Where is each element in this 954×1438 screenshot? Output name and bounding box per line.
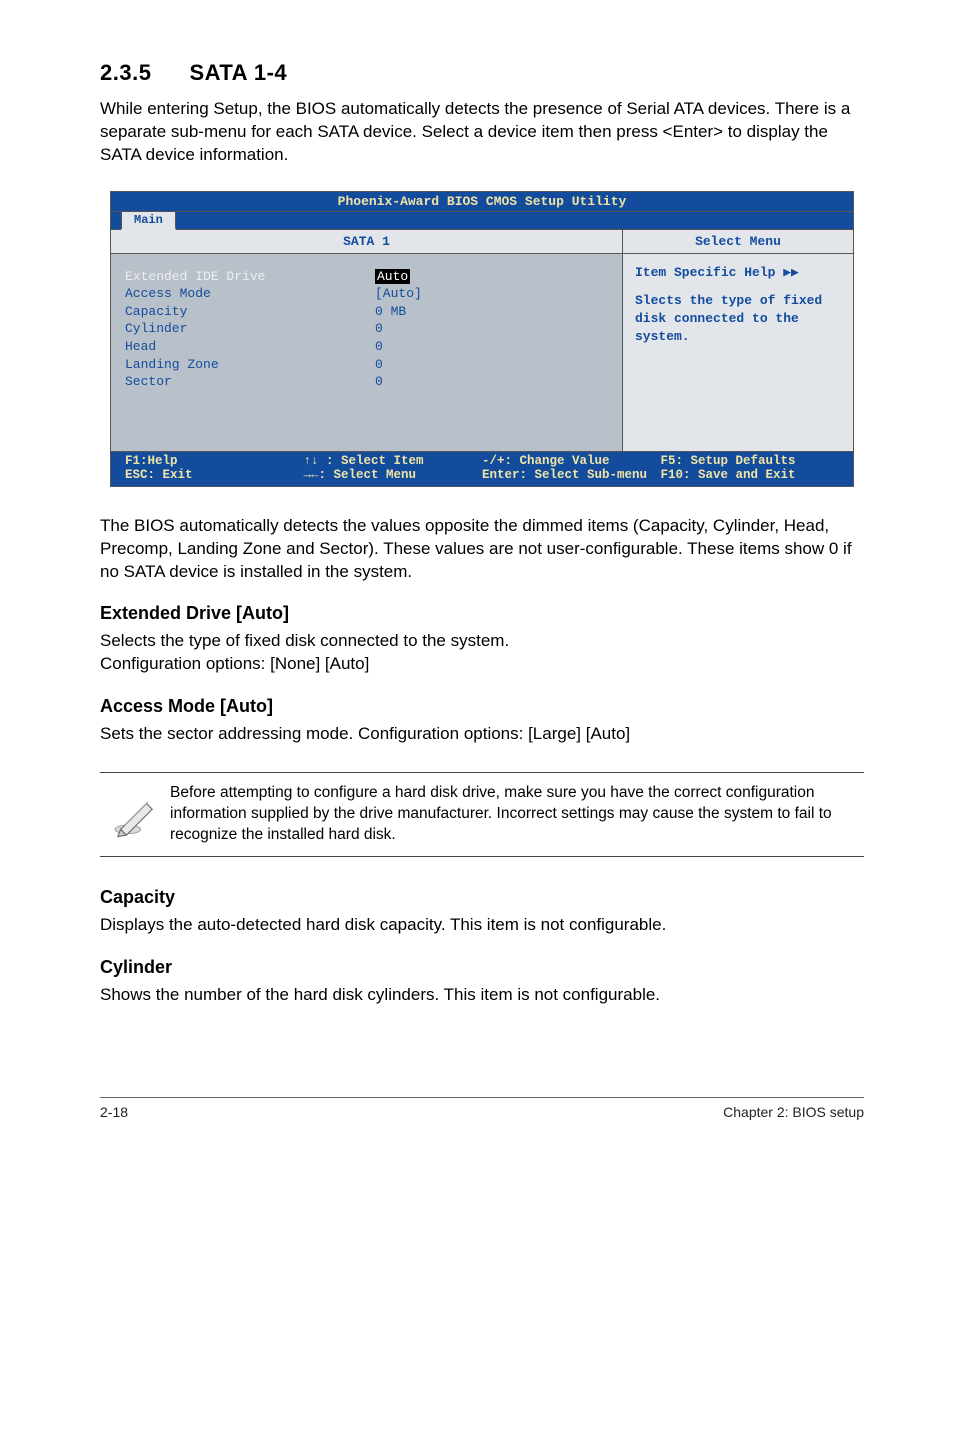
after-bios-paragraph: The BIOS automatically detects the value… [100, 515, 864, 584]
page-number: 2-18 [100, 1104, 128, 1120]
page-footer: 2-18 Chapter 2: BIOS setup [100, 1097, 864, 1120]
section-number: 2.3.5 [100, 60, 151, 86]
access-mode-text: Sets the sector addressing mode. Configu… [100, 723, 864, 746]
cylinder-heading: Cylinder [100, 957, 864, 978]
bios-help-panel: Item Specific Help ▶▶ Slects the type of… [623, 254, 853, 357]
chapter-label: Chapter 2: BIOS setup [723, 1104, 864, 1120]
bios-help-body: Slects the type of fixed disk connected … [635, 292, 843, 347]
bios-foot: ESC: Exit [125, 468, 193, 482]
bios-foot: F10: Save and Exit [661, 468, 796, 482]
bios-right-header: Select Menu [623, 230, 853, 254]
bios-tab-main: Main [121, 211, 176, 230]
bios-screenshot: Phoenix-Award BIOS CMOS Setup Utility Ma… [110, 191, 854, 487]
bios-foot: -/+: Change Value [482, 454, 610, 468]
bios-left-content: Extended IDE DriveAuto Access Mode[Auto]… [111, 254, 622, 451]
bios-foot: F1:Help [125, 454, 178, 468]
bios-row-value: Auto [375, 269, 410, 284]
bios-row-label: Cylinder [125, 320, 375, 338]
bios-row-label: Access Mode [125, 285, 375, 303]
bios-foot: →←: Select Menu [304, 468, 417, 482]
cylinder-text: Shows the number of the hard disk cylind… [100, 984, 864, 1007]
note-text: Before attempting to configure a hard di… [170, 779, 864, 850]
capacity-heading: Capacity [100, 887, 864, 908]
extended-drive-text1: Selects the type of fixed disk connected… [100, 630, 864, 653]
bios-row-value: [Auto] [375, 285, 608, 303]
bios-foot: ↑↓ : Select Item [304, 454, 424, 468]
section-heading: 2.3.5 SATA 1-4 [100, 60, 864, 86]
bios-row-value: 0 [375, 338, 608, 356]
capacity-text: Displays the auto-detected hard disk cap… [100, 914, 864, 937]
bios-title: Phoenix-Award BIOS CMOS Setup Utility [111, 192, 853, 212]
bios-left-header: SATA 1 [111, 230, 622, 254]
access-mode-heading: Access Mode [Auto] [100, 696, 864, 717]
bios-help-head: Item Specific Help ▶▶ [635, 264, 843, 282]
bios-row-value: 0 [375, 373, 608, 391]
bios-row-label: Landing Zone [125, 356, 375, 374]
extended-drive-text2: Configuration options: [None] [Auto] [100, 653, 864, 676]
bios-footer: F1:Help ESC: Exit ↑↓ : Select Item →←: S… [111, 451, 853, 486]
section-title: SATA 1-4 [189, 60, 287, 85]
bios-row-label: Capacity [125, 303, 375, 321]
bios-row-value: 0 [375, 320, 608, 338]
bios-tab-row: Main [111, 212, 853, 230]
bios-row-value: 0 MB [375, 303, 608, 321]
intro-paragraph: While entering Setup, the BIOS automatic… [100, 98, 864, 167]
extended-drive-heading: Extended Drive [Auto] [100, 603, 864, 624]
note-box: Before attempting to configure a hard di… [100, 772, 864, 857]
bios-foot: Enter: Select Sub-menu [482, 468, 647, 482]
bios-row-value: 0 [375, 356, 608, 374]
bios-row-label: Head [125, 338, 375, 356]
bios-foot: F5: Setup Defaults [661, 454, 796, 468]
bios-row-label: Extended IDE Drive [125, 268, 375, 286]
bios-row-label: Sector [125, 373, 375, 391]
pencil-icon [100, 792, 170, 838]
